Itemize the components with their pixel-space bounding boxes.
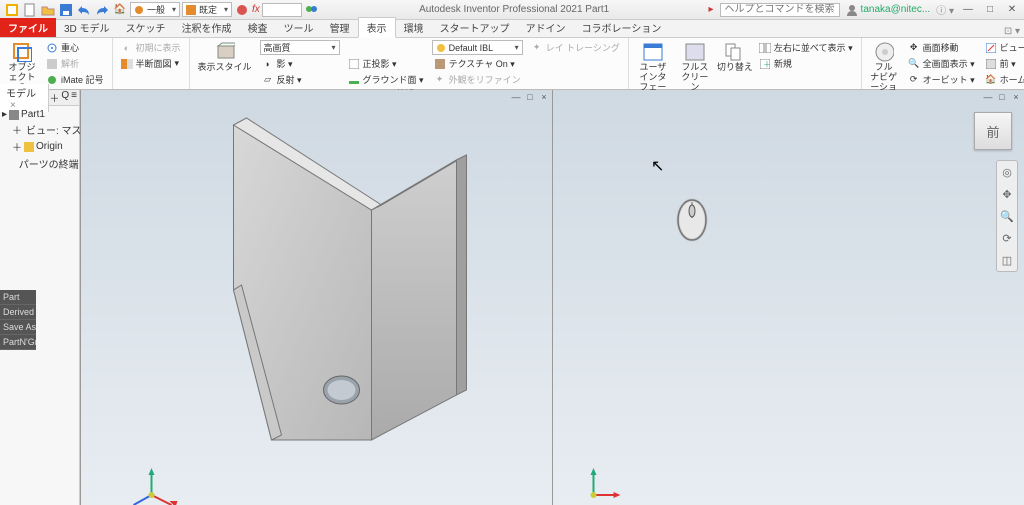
new-window[interactable]: ＋新規	[757, 56, 855, 71]
tab-annotate[interactable]: 注釈を作成	[174, 18, 240, 37]
ctx-part[interactable]: Part	[0, 290, 36, 305]
home-icon[interactable]: 🏠	[112, 2, 128, 18]
tab-3dmodel[interactable]: 3D モデル	[56, 18, 118, 37]
context-panel: Part Derived C Save As PartN'Gr	[0, 290, 36, 350]
imate-symbol[interactable]: iMate 記号	[44, 72, 106, 87]
look-at[interactable]: ビュー正面	[983, 40, 1024, 55]
undo-icon[interactable]	[76, 2, 92, 18]
fx-input[interactable]	[262, 3, 302, 17]
ground-plane[interactable]: グラウンド面 ▾	[346, 72, 426, 87]
center-of-gravity[interactable]: 重心	[44, 40, 106, 55]
quick-access-toolbar: 🏠 一般▾ 既定▾ fx	[0, 2, 320, 18]
window-title: Autodesk Inventor Professional 2021 Part…	[320, 4, 709, 15]
help-icon[interactable]: ⓘ ▾	[936, 2, 954, 17]
tab-environment[interactable]: 環境	[396, 18, 432, 37]
ribbon: オブジェクトの 表示設定 重心 解析 iMate 記号 表示設定 ◐初期に表示 …	[0, 38, 1024, 90]
maximize-button[interactable]: □	[982, 4, 998, 15]
ibl-dropdown[interactable]: Default IBL▾	[432, 40, 523, 55]
flag-icon[interactable]: ▸	[709, 4, 714, 15]
minimize-button[interactable]: —	[960, 4, 976, 15]
save-icon[interactable]	[58, 2, 74, 18]
shadow[interactable]: ◗影 ▾	[260, 56, 340, 71]
doc-type-dropdown[interactable]: 既定▾	[182, 2, 232, 17]
tile[interactable]: 左右に並べて表示 ▾	[757, 40, 855, 55]
collab-icon[interactable]	[304, 2, 320, 18]
switch-button[interactable]: 切り替え	[719, 40, 751, 73]
redo-icon[interactable]	[94, 2, 110, 18]
ctx-partngr[interactable]: PartN'Gr	[0, 335, 36, 350]
ribbon-collapse[interactable]: ⊡ ▾	[1000, 26, 1024, 37]
tree-eop[interactable]: パーツの終端	[2, 155, 77, 172]
analysis[interactable]: 解析	[44, 56, 106, 71]
user-account[interactable]: tanaka@nitec...	[846, 4, 931, 16]
visual-style-button[interactable]: 表示スタイル	[196, 40, 254, 73]
orbit[interactable]: ⟳オービット ▾	[906, 72, 977, 87]
zoom-all[interactable]: 🔍全画面表示 ▾	[906, 56, 977, 71]
browser-menu[interactable]: ≡	[71, 90, 77, 105]
quality-dropdown[interactable]: 高画質▾	[260, 40, 340, 55]
model-browser: モデル× ＋Q≡ ▸Part1 ＋ビュー: マスター ＋Origin パーツの終…	[0, 90, 80, 505]
pan[interactable]: ✥画面移動	[906, 40, 977, 55]
ctx-derived[interactable]: Derived C	[0, 305, 36, 320]
part-geometry	[81, 90, 552, 505]
tree-view[interactable]: ＋ビュー: マスター	[2, 121, 77, 138]
svg-text:＋: ＋	[763, 60, 770, 69]
group-section: ◐初期に表示 半断面図 ▾	[113, 38, 190, 89]
group-window: ユーザ インタフェース フルスクリーン 表示 切り替え 左右に並べて表示 ▾ ＋…	[629, 38, 862, 89]
browser-add[interactable]: ＋	[49, 90, 59, 105]
close-button[interactable]: ✕	[1004, 4, 1020, 15]
help-search[interactable]	[720, 3, 840, 17]
refine-appearance[interactable]: ✦外観をリファイン	[432, 72, 523, 87]
doc-state-dropdown[interactable]: 一般▾	[130, 2, 180, 17]
open-icon[interactable]	[40, 2, 56, 18]
new-icon[interactable]	[22, 2, 38, 18]
tree-root[interactable]: ▸Part1	[2, 108, 77, 121]
tab-startup[interactable]: スタートアップ	[432, 18, 518, 37]
tree-origin[interactable]: ＋Origin	[2, 138, 77, 155]
ribbon-tabs: ファイル 3D モデル スケッチ 注釈を作成 検査 ツール 管理 表示 環境 ス…	[0, 20, 1024, 38]
texture-on[interactable]: テクスチャ On ▾	[432, 56, 523, 71]
ray-tracing[interactable]: ✦レイ トレーシング	[529, 40, 622, 55]
ctx-saveas[interactable]: Save As	[0, 320, 36, 335]
browser-search-icon[interactable]: Q	[61, 90, 69, 105]
half-section[interactable]: 半断面図 ▾	[119, 56, 183, 71]
previous-view[interactable]: 前 ▾	[983, 56, 1024, 71]
title-bar: 🏠 一般▾ 既定▾ fx Autodesk Inventor Professio…	[0, 0, 1024, 20]
tab-manage[interactable]: 管理	[322, 18, 358, 37]
viewport-right[interactable]: —□× 前 ◎ ✥ 🔍 ⟳ ◫ ↖	[552, 90, 1024, 505]
tab-file[interactable]: ファイル	[0, 18, 56, 37]
tab-view[interactable]: 表示	[358, 17, 396, 38]
reflection[interactable]: ▱反射 ▾	[260, 72, 340, 87]
group-navigation: フル ナビゲーション ホイール ✥画面移動 🔍全画面表示 ▾ ⟳オービット ▾ …	[862, 38, 1024, 89]
group-visibility: オブジェクトの 表示設定 重心 解析 iMate 記号 表示設定	[0, 38, 113, 89]
reset-dof[interactable]: ◐初期に表示	[119, 40, 183, 55]
fx-label: fx	[252, 4, 260, 15]
tab-sketch[interactable]: スケッチ	[118, 18, 174, 37]
right-scene	[553, 90, 1024, 505]
group-appearance: 表示スタイル 高画質▾ ◗影 ▾ ▱反射 ▾ 正投影 ▾ グラウンド面 ▾ De…	[190, 38, 629, 89]
tab-addin[interactable]: アドイン	[518, 18, 574, 37]
tab-collab[interactable]: コラボレーション	[574, 18, 670, 37]
app-icon[interactable]	[4, 2, 20, 18]
viewport-left[interactable]: —□×	[80, 90, 552, 505]
tab-inspect[interactable]: 検査	[240, 18, 276, 37]
appearance-icon[interactable]	[234, 2, 250, 18]
ortho[interactable]: 正投影 ▾	[346, 56, 426, 71]
browser-tabbar: モデル× ＋Q≡	[0, 90, 79, 106]
tab-tools[interactable]: ツール	[276, 18, 322, 37]
home-view[interactable]: 🏠ホーム ビュー	[983, 72, 1024, 87]
